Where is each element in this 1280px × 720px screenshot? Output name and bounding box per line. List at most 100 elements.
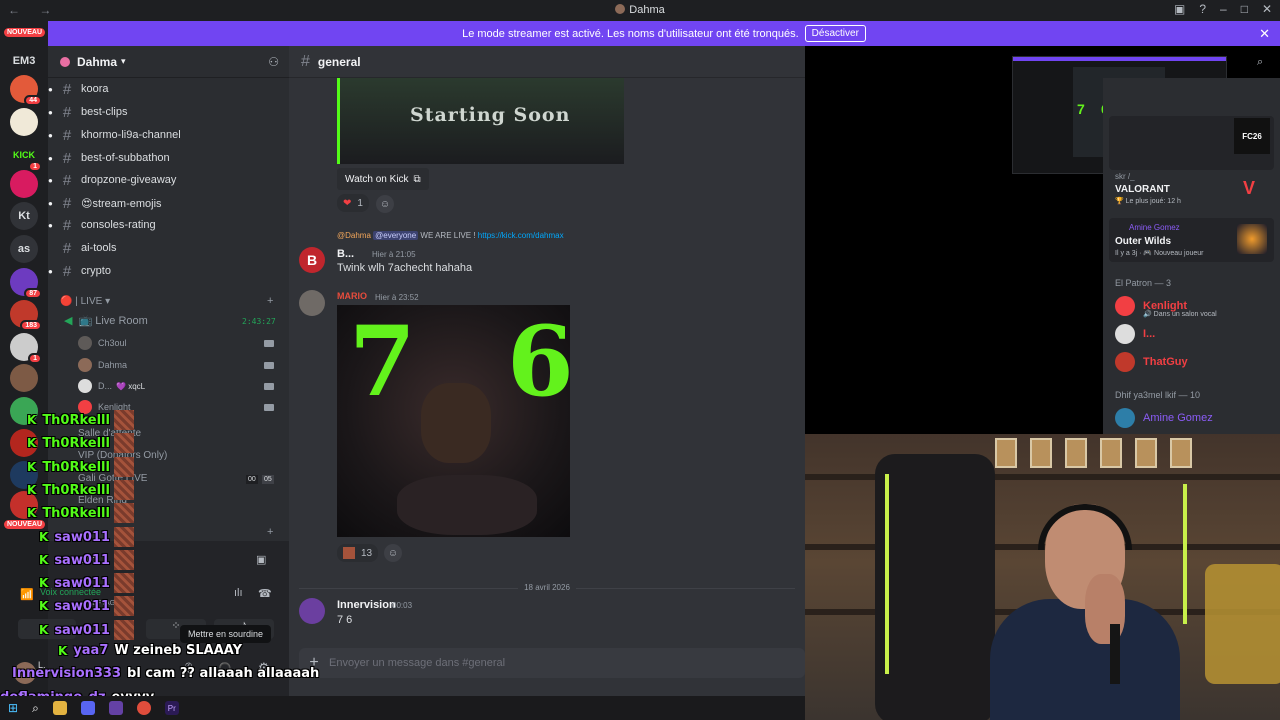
invite-people-icon[interactable]: ⚇ bbox=[268, 55, 279, 69]
reply-preview[interactable]: @Dahma @everyone WE ARE LIVE ! https://k… bbox=[337, 231, 564, 240]
disconnect-icon[interactable]: ☎ bbox=[258, 587, 272, 600]
hash-icon: # bbox=[301, 52, 310, 70]
add-reaction-icon[interactable]: ☺ bbox=[376, 195, 394, 213]
camera-icon bbox=[264, 382, 274, 390]
search-icon[interactable]: ⌕ bbox=[32, 701, 39, 716]
avatar[interactable]: B bbox=[299, 247, 325, 273]
help-icon[interactable]: ? bbox=[1199, 2, 1206, 16]
inbox-icon[interactable]: ▣ bbox=[1174, 2, 1185, 16]
channel-best-clips[interactable]: ● # best-clips bbox=[48, 101, 127, 123]
category-live[interactable]: 🔴 | LIVE ▾ bbox=[60, 296, 110, 307]
reply-link[interactable]: https://kick.com/dahmax bbox=[478, 231, 564, 240]
hash-icon: # bbox=[62, 239, 72, 257]
message-author[interactable]: Innervision bbox=[337, 599, 396, 611]
channel-dropzone-giveaway[interactable]: ● # dropzone-giveaway bbox=[48, 169, 176, 191]
watch-button-label: Watch on Kick bbox=[345, 173, 409, 185]
server-kick[interactable]: KICK 1 bbox=[10, 141, 42, 172]
server-as[interactable]: as bbox=[10, 235, 38, 263]
maximize-button[interactable]: □ bbox=[1241, 2, 1248, 16]
channel-title: general bbox=[317, 54, 361, 69]
close-banner-icon[interactable]: ✕ bbox=[1259, 26, 1270, 42]
minimize-button[interactable]: – bbox=[1220, 2, 1227, 16]
channel-ai-tools[interactable]: # ai-tools bbox=[58, 237, 117, 259]
message-author[interactable]: B... bbox=[337, 248, 354, 260]
channel-khormo[interactable]: ● # khormo-li9a-channel bbox=[48, 124, 181, 146]
mention-everyone[interactable]: @everyone bbox=[373, 231, 419, 240]
overlay-chat-line: Ksaw011 bbox=[39, 620, 134, 640]
screen-share-icon[interactable]: ▣ bbox=[256, 553, 266, 566]
member-item[interactable]: Kenlight 🔊 Dans un salon vocal bbox=[1115, 296, 1217, 318]
discord-icon[interactable] bbox=[80, 701, 95, 715]
member-name: I... bbox=[1143, 328, 1156, 340]
overlay-chat-line: Ksaw011 bbox=[39, 527, 134, 547]
channel-crypto[interactable]: ● # crypto bbox=[48, 260, 111, 282]
member-item[interactable]: Amine Gomez bbox=[1115, 408, 1213, 428]
app-icon[interactable] bbox=[108, 701, 123, 715]
server-kt[interactable]: Kt bbox=[10, 202, 38, 230]
voice-user[interactable]: Dahma bbox=[78, 358, 274, 372]
emoji-icon bbox=[343, 547, 355, 559]
explorer-icon[interactable] bbox=[52, 701, 67, 715]
watch-on-kick-button[interactable]: Watch on Kick ⧉ bbox=[337, 168, 429, 190]
date-divider-text: 18 avril 2026 bbox=[518, 583, 576, 592]
chrome-icon[interactable] bbox=[136, 701, 151, 715]
channel-stream-emojis[interactable]: ● # 😍stream-emojis bbox=[48, 192, 162, 214]
server-icon[interactable]: 44 bbox=[10, 75, 42, 106]
headphones bbox=[1038, 504, 1132, 550]
unread-dot-icon: ● bbox=[48, 107, 53, 117]
overlay-username: saw011 bbox=[54, 598, 110, 614]
premiere-icon[interactable]: Pr bbox=[164, 701, 179, 715]
server-em3[interactable]: EM3 bbox=[10, 47, 38, 75]
server-icon[interactable] bbox=[10, 170, 38, 198]
reaction-count: 1 bbox=[357, 197, 363, 209]
windows-taskbar: ⊞ ⌕ Pr bbox=[0, 696, 805, 720]
heart-icon: ❤ bbox=[343, 197, 352, 209]
channel-best-of-subbathon[interactable]: ● # best-of-subbathon bbox=[48, 147, 170, 169]
message-input[interactable] bbox=[329, 657, 769, 669]
figure-box bbox=[1030, 438, 1052, 468]
windows-start-icon[interactable]: ⊞ bbox=[8, 701, 18, 715]
channel-consoles-rating[interactable]: ● # consoles-rating bbox=[48, 214, 156, 236]
server-icon[interactable] bbox=[10, 108, 38, 136]
outer-wilds-cover bbox=[1237, 224, 1267, 254]
voice-user[interactable]: D... 💜 xqcL bbox=[78, 379, 274, 393]
add-channel-icon[interactable]: + bbox=[267, 526, 273, 538]
server-header[interactable]: Dahma ▾ ⚇ bbox=[48, 46, 289, 78]
message-author[interactable]: MARIO bbox=[337, 291, 367, 301]
server-label: KICK bbox=[13, 150, 35, 160]
server-icon[interactable]: 87 bbox=[10, 268, 42, 299]
add-reaction-icon[interactable]: ☺ bbox=[384, 544, 402, 562]
server-icon[interactable]: 183 bbox=[10, 300, 42, 331]
reaction-emoji[interactable]: 13 bbox=[337, 544, 379, 562]
camera-icon bbox=[264, 339, 274, 347]
figure-box bbox=[1135, 438, 1157, 468]
channel-name: crypto bbox=[81, 265, 111, 277]
close-window-button[interactable]: ✕ bbox=[1262, 2, 1272, 16]
emote-icon bbox=[113, 596, 134, 616]
avatar[interactable] bbox=[299, 290, 325, 316]
server-icon bbox=[60, 56, 70, 67]
channel-koora[interactable]: ● # koora bbox=[48, 78, 109, 100]
voice-user-name: Dahma bbox=[98, 360, 128, 370]
overlay-message: W zeineb SLAAAY bbox=[114, 643, 242, 658]
kick-embed-thumbnail[interactable]: Starting Soon bbox=[337, 78, 624, 164]
voice-channel-live-room[interactable]: ◀ 📺 Live Room bbox=[64, 314, 148, 327]
search-icon[interactable]: ⌕ bbox=[1257, 56, 1263, 69]
server-icon[interactable] bbox=[10, 364, 38, 392]
server-label: EM3 bbox=[12, 55, 36, 67]
activity-user: skr /_ bbox=[1115, 172, 1135, 181]
chat-header: # general bbox=[289, 46, 805, 78]
voice-user[interactable]: Ch3oul bbox=[78, 336, 274, 350]
add-channel-icon[interactable]: + bbox=[267, 295, 273, 307]
avatar[interactable] bbox=[299, 598, 325, 624]
noise-suppression-icon[interactable]: ılı bbox=[234, 587, 243, 599]
led-strip bbox=[885, 474, 889, 674]
reaction-heart[interactable]: ❤ 1 bbox=[337, 194, 369, 212]
poster-dragon bbox=[1205, 564, 1280, 684]
unread-dot-icon: ● bbox=[48, 153, 53, 163]
message-image[interactable]: 7 6 bbox=[337, 305, 570, 537]
member-item[interactable]: ThatGuy bbox=[1115, 352, 1188, 372]
disable-streamer-mode-button[interactable]: Désactiver bbox=[804, 25, 866, 42]
server-icon[interactable]: 1 bbox=[10, 333, 42, 364]
member-item[interactable]: I... bbox=[1115, 324, 1155, 344]
